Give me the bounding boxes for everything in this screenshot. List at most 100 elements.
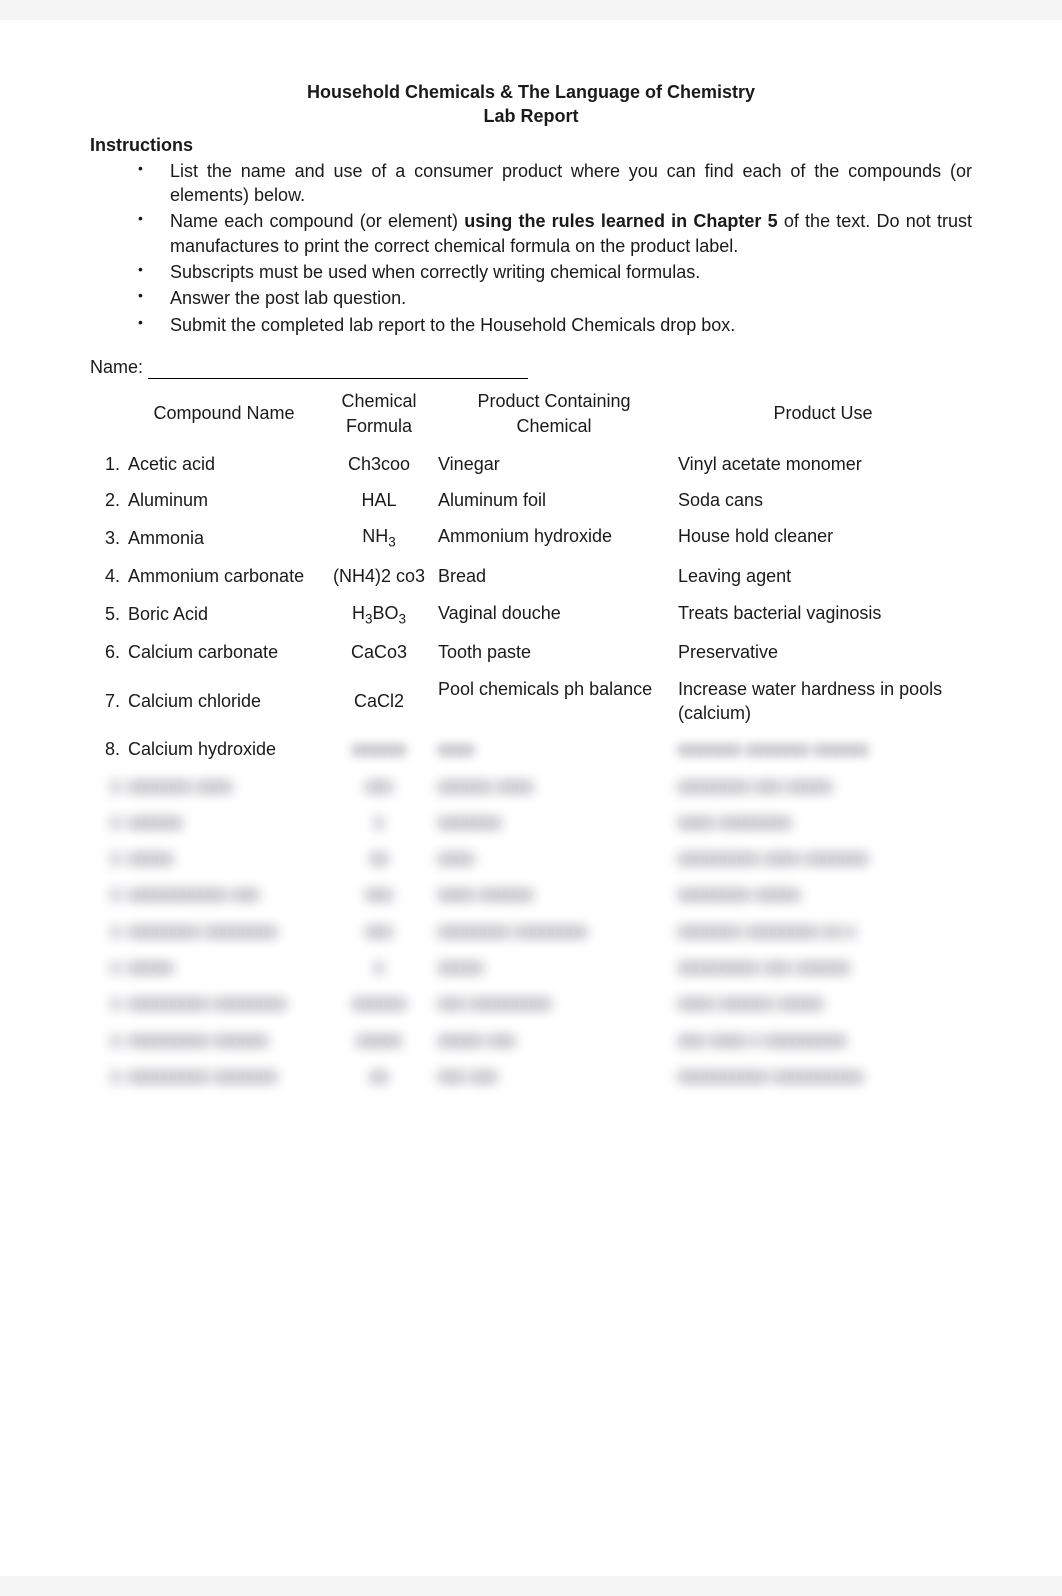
product-cell: xxxxx xyxy=(434,949,674,985)
formula-cell: x xyxy=(324,949,434,985)
row-number: 3. xyxy=(90,518,124,558)
table-row: 8.Calcium hydroxidexxxxxxxxxxxxxxxxx xxx… xyxy=(90,731,972,767)
use-cell: Preservative xyxy=(674,634,972,670)
formula-cell: H3BO3 xyxy=(324,595,434,635)
row-number: 5. xyxy=(90,595,124,635)
formula-cell: HAL xyxy=(324,482,434,518)
compound-name-cell: xxxxxx xyxy=(124,804,324,840)
table-header-row: Compound Name Chemical Formula Product C… xyxy=(90,385,972,446)
compound-name-cell: xxxxxxxxx xxxxxx xyxy=(124,1022,324,1058)
instruction-text: Answer the post lab question. xyxy=(170,288,406,308)
instructions-heading: Instructions xyxy=(90,133,972,157)
row-number: x xyxy=(90,804,124,840)
instruction-item: Answer the post lab question. xyxy=(138,286,972,310)
compound-name-cell: xxxxxxxx xxxxxxxx xyxy=(124,913,324,949)
compound-name-cell: Calcium hydroxide xyxy=(124,731,324,767)
formula-cell: xxx xyxy=(324,876,434,912)
formula-cell: xx xyxy=(324,1058,434,1094)
formula-cell: xxxxxx xyxy=(324,985,434,1021)
product-cell: xxx xxx xyxy=(434,1058,674,1094)
table-row: 6.Calcium carbonateCaCo3Tooth pastePrese… xyxy=(90,634,972,670)
table-row-blurred: xxxxxxxxxx xxxxxxxxxxxxxxxx xxxxxx xxxx … xyxy=(90,1022,972,1058)
table-row-blurred: xxxxxxxxxxxxxxxxxxxxx xxx xxxxxx xyxy=(90,949,972,985)
compound-name-cell: Acetic acid xyxy=(124,446,324,482)
use-cell: xxxxxxxx xxxxx xyxy=(674,876,972,912)
name-input-line[interactable] xyxy=(148,378,528,379)
row-number: 1. xyxy=(90,446,124,482)
product-cell: Vinegar xyxy=(434,446,674,482)
row-number: x xyxy=(90,949,124,985)
product-cell: Tooth paste xyxy=(434,634,674,670)
product-cell: Ammonium hydroxide xyxy=(434,518,674,558)
use-cell: Treats bacterial vaginosis xyxy=(674,595,972,635)
instruction-bold: using the rules learned in Chapter 5 xyxy=(464,211,777,231)
compound-name-cell: Ammonia xyxy=(124,518,324,558)
formula-cell: (NH4)2 co3 xyxy=(324,558,434,594)
instruction-item: List the name and use of a consumer prod… xyxy=(138,159,972,208)
chemical-table: Compound Name Chemical Formula Product C… xyxy=(90,385,972,1094)
table-row-blurred: xxxxxxxxxxxxxxxxxxx xxxxxxxx xyxy=(90,804,972,840)
compound-name-cell: xxxxxxxxxxx xxx xyxy=(124,876,324,912)
instructions-list: List the name and use of a consumer prod… xyxy=(90,159,972,337)
instruction-text: Subscripts must be used when correctly w… xyxy=(170,262,700,282)
product-cell: xxxxxxxx xxxxxxxx xyxy=(434,913,674,949)
use-cell: xxx xxxx x xxxxxxxxx xyxy=(674,1022,972,1058)
formula-cell: xx xyxy=(324,840,434,876)
compound-name-cell: Calcium carbonate xyxy=(124,634,324,670)
row-number: 4. xyxy=(90,558,124,594)
product-cell: xxxx xxxxxx xyxy=(434,876,674,912)
product-cell: xxxx xyxy=(434,840,674,876)
row-number: x xyxy=(90,985,124,1021)
table-row-blurred: xxxxxxxxx xxxxxxxxxxxxxxxxxxx xxxxxxxxxx… xyxy=(90,913,972,949)
formula-cell: Ch3coo xyxy=(324,446,434,482)
product-cell: xxxxxx xxxx xyxy=(434,768,674,804)
header-blank xyxy=(90,385,124,446)
formula-cell: xxxxxx xyxy=(324,731,434,767)
row-number: 7. xyxy=(90,671,124,732)
header-compound: Compound Name xyxy=(124,385,324,446)
table-row-blurred: xxxxxxxxxxxxxxxxxxxxx xxxx xxxxxxx xyxy=(90,840,972,876)
compound-name-cell: xxxxxxxxx xxxxxxxx xyxy=(124,985,324,1021)
use-cell: xxxxxxx xxxxxxx xxxxxx xyxy=(674,731,972,767)
table-row: 7.Calcium chlorideCaCl2Pool chemicals ph… xyxy=(90,671,972,732)
compound-name-cell: xxxxxxx xxxx xyxy=(124,768,324,804)
use-cell: Increase water hardness in pools (calciu… xyxy=(674,671,972,732)
header-use: Product Use xyxy=(674,385,972,446)
product-cell: xxxxxxx xyxy=(434,804,674,840)
row-number: x xyxy=(90,1022,124,1058)
use-cell: xxxxxxx xxxxxxxx xx x xyxy=(674,913,972,949)
use-cell: Leaving agent xyxy=(674,558,972,594)
product-cell: xxxx xyxy=(434,731,674,767)
use-cell: xxxx xxxxxx xxxxx xyxy=(674,985,972,1021)
page-title: Household Chemicals & The Language of Ch… xyxy=(90,80,972,104)
compound-name-cell: xxxxx xyxy=(124,949,324,985)
table-row-blurred: xxxxxxxxxxxx xxxxxxxxxx xxxxxxxxxxxxxx x… xyxy=(90,876,972,912)
table-row-blurred: xxxxxxxx xxxxxxxxxxxxx xxxxxxxxxxxx xxx … xyxy=(90,768,972,804)
formula-cell: NH3 xyxy=(324,518,434,558)
name-label: Name: xyxy=(90,357,143,377)
table-row: 5.Boric AcidH3BO3Vaginal doucheTreats ba… xyxy=(90,595,972,635)
formula-cell: xxx xyxy=(324,768,434,804)
header-formula: Chemical Formula xyxy=(324,385,434,446)
instruction-item: Name each compound (or element) using th… xyxy=(138,209,972,258)
instruction-item: Subscripts must be used when correctly w… xyxy=(138,260,972,284)
compound-name-cell: Calcium chloride xyxy=(124,671,324,732)
table-row: 1.Acetic acidCh3cooVinegarVinyl acetate … xyxy=(90,446,972,482)
use-cell: House hold cleaner xyxy=(674,518,972,558)
formula-cell: xxx xyxy=(324,913,434,949)
page-subtitle: Lab Report xyxy=(90,104,972,128)
product-cell: Aluminum foil xyxy=(434,482,674,518)
formula-cell: CaCo3 xyxy=(324,634,434,670)
compound-name-cell: Ammonium carbonate xyxy=(124,558,324,594)
table-row: 3.AmmoniaNH3Ammonium hydroxideHouse hold… xyxy=(90,518,972,558)
row-number: x xyxy=(90,876,124,912)
product-cell: Bread xyxy=(434,558,674,594)
compound-name-cell: xxxxxxxxx xxxxxxx xyxy=(124,1058,324,1094)
product-cell: xxx xxxxxxxxx xyxy=(434,985,674,1021)
table-row: 2.AluminumHALAluminum foilSoda cans xyxy=(90,482,972,518)
header-product: Product Containing Chemical xyxy=(434,385,674,446)
product-cell: Vaginal douche xyxy=(434,595,674,635)
use-cell: xxxx xxxxxxxx xyxy=(674,804,972,840)
name-field-row: Name: xyxy=(90,355,972,379)
row-number: 6. xyxy=(90,634,124,670)
